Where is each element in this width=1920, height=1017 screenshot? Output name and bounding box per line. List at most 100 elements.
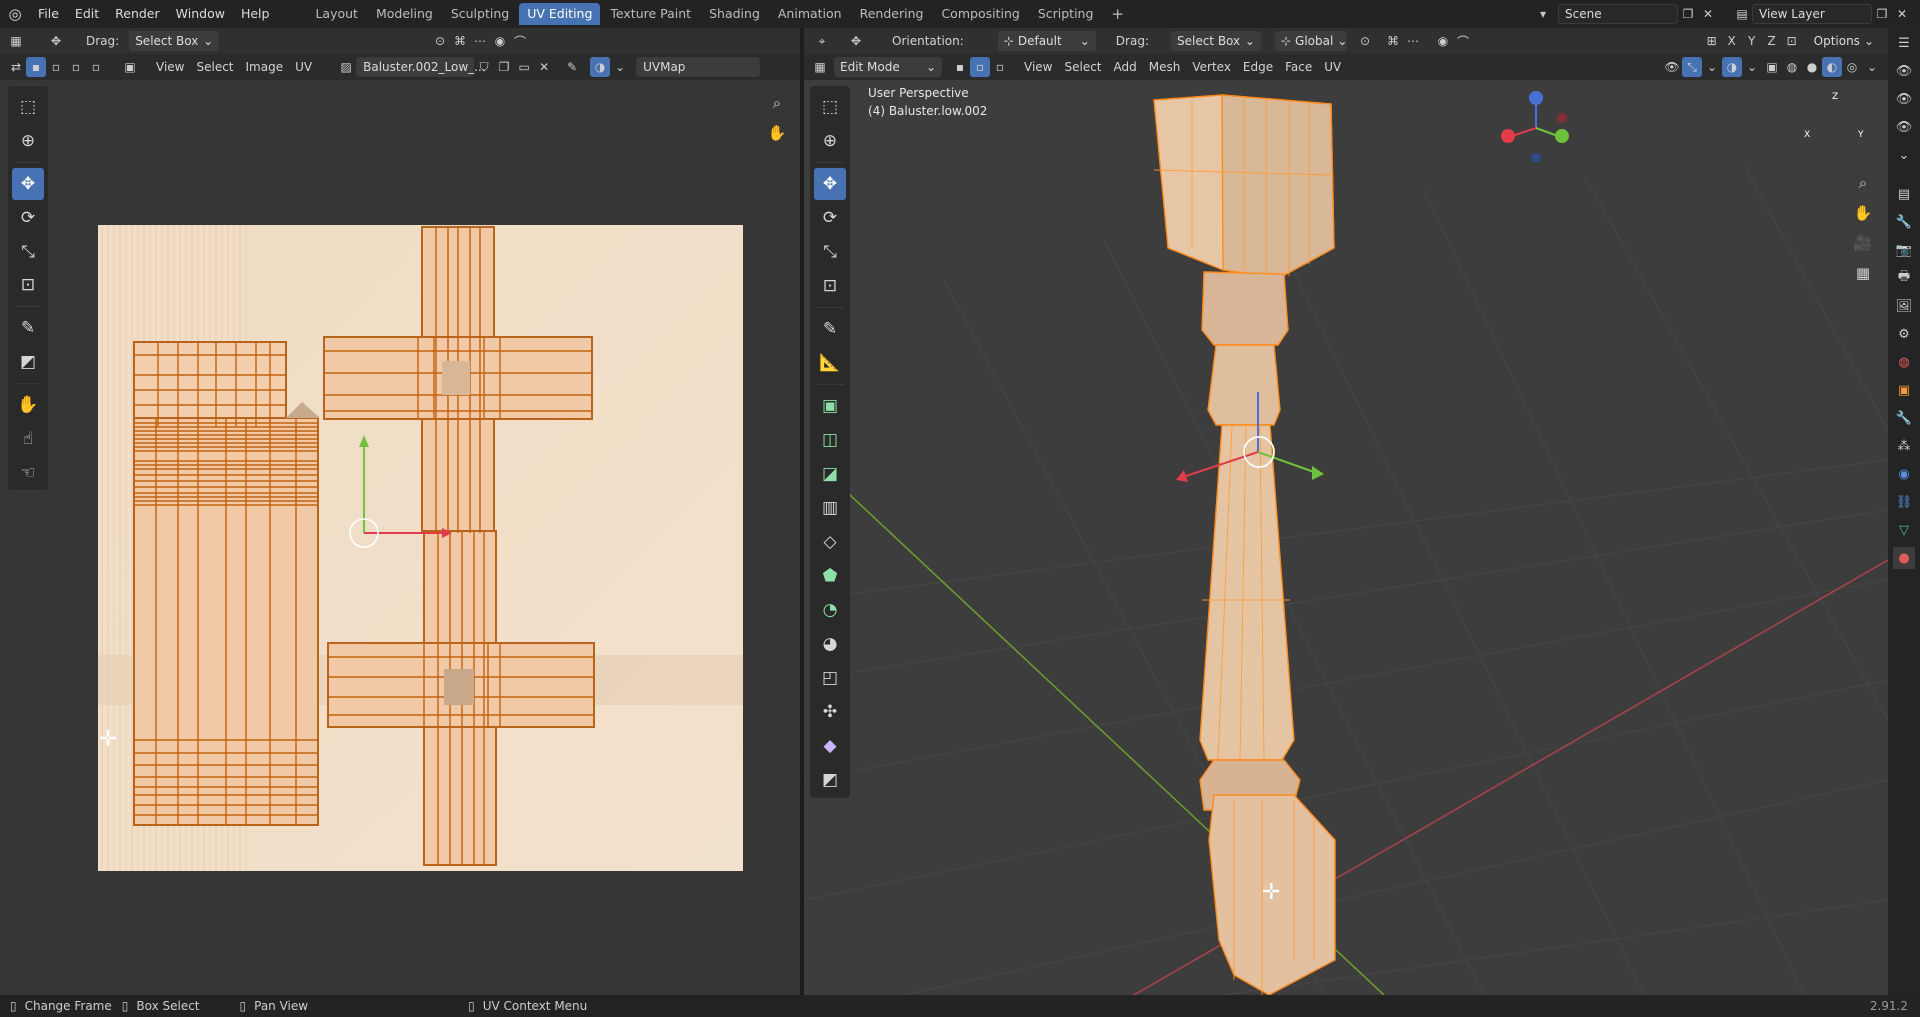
tab-animation[interactable]: Animation bbox=[770, 3, 850, 25]
render-props-icon[interactable]: 📷 bbox=[1893, 239, 1915, 261]
data-props-icon[interactable]: ▽ bbox=[1893, 519, 1915, 541]
uvmap-field[interactable]: UVMap bbox=[636, 57, 761, 77]
vp-menu-add[interactable]: Add bbox=[1108, 57, 1143, 77]
options-dropdown[interactable]: Options ⌄ bbox=[1808, 31, 1880, 51]
properties-editor-icon[interactable]: ▤ bbox=[1893, 183, 1915, 205]
snap-target-icon[interactable]: ⋯ bbox=[470, 31, 490, 51]
menu-file[interactable]: File bbox=[30, 3, 67, 25]
tab-sculpting[interactable]: Sculpting bbox=[443, 3, 517, 25]
tool-props-icon[interactable]: 🔧 bbox=[1893, 211, 1915, 233]
sync-selection-icon[interactable]: ⇄ bbox=[6, 57, 26, 77]
physics-props-icon[interactable]: ◉ bbox=[1893, 463, 1915, 485]
unlink-image-icon[interactable]: ✕ bbox=[534, 57, 554, 77]
sticky-select-icon[interactable]: ▣ bbox=[120, 57, 140, 77]
shear-icon[interactable]: ◆ bbox=[814, 730, 846, 762]
vp-menu-face[interactable]: Face bbox=[1279, 57, 1318, 77]
vp-menu-view[interactable]: View bbox=[1018, 57, 1058, 77]
transform-tool-icon[interactable]: ⊡ bbox=[12, 270, 44, 302]
wireframe-shading-icon[interactable]: ◍ bbox=[1782, 57, 1802, 77]
rip-region-icon[interactable]: ◩ bbox=[814, 764, 846, 796]
vp-measure-icon[interactable]: 📐 bbox=[814, 347, 846, 379]
face-mode-icon[interactable]: ▫ bbox=[990, 57, 1010, 77]
close-scene-icon[interactable]: ✕ bbox=[1698, 4, 1718, 24]
viewport-proportional-icon[interactable]: ◉ bbox=[1433, 31, 1453, 51]
knife-icon[interactable]: ◇ bbox=[814, 526, 846, 558]
image-name-field[interactable]: Baluster.002_Low_... bbox=[356, 57, 486, 77]
move-tool-icon[interactable]: ✥ bbox=[46, 31, 66, 51]
gizmo-toggle-icon[interactable]: ⤡ bbox=[1682, 57, 1702, 77]
poly-build-icon[interactable]: ⬟ bbox=[814, 560, 846, 592]
vp-menu-vertex[interactable]: Vertex bbox=[1186, 57, 1237, 77]
bevel-icon[interactable]: ◪ bbox=[814, 458, 846, 490]
collection-visibility-icon[interactable]: 👁 bbox=[1893, 60, 1915, 82]
grab-tool-icon[interactable]: ✋ bbox=[12, 389, 44, 421]
visibility-icon[interactable]: 👁 bbox=[1662, 57, 1682, 77]
rip-tool-icon[interactable]: ◩ bbox=[12, 346, 44, 378]
vp-menu-select[interactable]: Select bbox=[1058, 57, 1107, 77]
menu-select[interactable]: Select bbox=[190, 57, 239, 77]
uv-2d-cursor-icon[interactable]: ✛ bbox=[94, 726, 122, 754]
drag-select-dropdown[interactable]: Select Box ⌄ bbox=[129, 31, 220, 51]
menu-help[interactable]: Help bbox=[233, 3, 278, 25]
image-browse-icon[interactable]: ▨ bbox=[336, 57, 356, 77]
vp-zoom-icon[interactable]: ⌕ bbox=[1850, 170, 1876, 196]
scale-tool-icon[interactable]: ⤡ bbox=[12, 236, 44, 268]
vp-select-box-icon[interactable]: ⬚ bbox=[814, 91, 846, 123]
viewport-snap-target-icon[interactable]: ⋯ bbox=[1403, 31, 1423, 51]
orientation-dropdown[interactable]: ⊹ Default ⌄ bbox=[997, 31, 1096, 51]
tab-modeling[interactable]: Modeling bbox=[368, 3, 441, 25]
menu-window[interactable]: Window bbox=[168, 3, 233, 25]
auto-merge-icon[interactable]: ⊡ bbox=[1782, 31, 1802, 51]
constraints-props-icon[interactable]: ⛓ bbox=[1893, 491, 1915, 513]
uv-canvas[interactable] bbox=[98, 225, 743, 871]
edge-select-icon[interactable]: ▫ bbox=[46, 57, 66, 77]
mirror-z-button[interactable]: Z bbox=[1762, 31, 1782, 51]
camera-visibility-icon[interactable]: 👁 bbox=[1893, 116, 1915, 138]
nav-z-ball[interactable] bbox=[1529, 91, 1543, 105]
cursor-3d-icon[interactable]: ✛ bbox=[1262, 880, 1280, 905]
menu-view[interactable]: View bbox=[150, 57, 190, 77]
mirror-y-button[interactable]: Y bbox=[1742, 31, 1762, 51]
object-props-icon[interactable]: ▣ bbox=[1893, 379, 1915, 401]
nav-neg-x-ball[interactable] bbox=[1557, 113, 1567, 123]
annotate-tool-icon[interactable]: ✎ bbox=[12, 312, 44, 344]
close-view-layer-icon[interactable]: ✕ bbox=[1892, 4, 1912, 24]
xray-icon[interactable]: ▣ bbox=[1762, 57, 1782, 77]
viewport-overlay-icon[interactable]: ◑ bbox=[1722, 57, 1742, 77]
viewport-overlay-dropdown-icon[interactable]: ⌄ bbox=[1742, 57, 1762, 77]
material-shading-icon[interactable]: ◐ bbox=[1822, 57, 1842, 77]
rendered-shading-icon[interactable]: ◎ bbox=[1842, 57, 1862, 77]
tab-compositing[interactable]: Compositing bbox=[933, 3, 1027, 25]
vp-scale-icon[interactable]: ⤡ bbox=[814, 236, 846, 268]
mode-dropdown[interactable]: Edit Mode ⌄ bbox=[834, 57, 942, 77]
zoom-icon[interactable]: ⌕ bbox=[764, 90, 790, 116]
output-props-icon[interactable]: 🖶 bbox=[1893, 267, 1915, 289]
nav-neg-z-ball[interactable] bbox=[1531, 153, 1541, 163]
material-props-icon[interactable]: ● bbox=[1893, 547, 1915, 569]
transform-space-dropdown[interactable]: ⊹ Global ⌄ bbox=[1274, 31, 1347, 51]
pivot-point-icon[interactable]: ⊙ bbox=[1355, 31, 1375, 51]
pinch-tool-icon[interactable]: ☜ bbox=[12, 457, 44, 489]
cursor-tool-icon[interactable]: ⊕ bbox=[12, 125, 44, 157]
blender-logo-icon[interactable]: ◎ bbox=[0, 5, 30, 23]
pin-icon[interactable]: ✎ bbox=[562, 57, 582, 77]
vp-menu-uv[interactable]: UV bbox=[1318, 57, 1347, 77]
vp-move-icon[interactable]: ✥ bbox=[814, 168, 846, 200]
gizmo-dropdown-icon[interactable]: ⌄ bbox=[1702, 57, 1722, 77]
spin-icon[interactable]: ◔ bbox=[814, 594, 846, 626]
tab-shading[interactable]: Shading bbox=[701, 3, 768, 25]
pivot-icon[interactable]: ⊙ bbox=[430, 31, 450, 51]
editor-type-icon[interactable]: ▦ bbox=[6, 31, 26, 51]
vp-rotate-icon[interactable]: ⟳ bbox=[814, 202, 846, 234]
shading-dropdown-icon[interactable]: ⌄ bbox=[1862, 57, 1882, 77]
move-tool-button-icon[interactable]: ✥ bbox=[12, 167, 44, 200]
falloff-icon[interactable]: ⌒ bbox=[510, 31, 530, 51]
view-layer-icon[interactable]: ▤ bbox=[1732, 4, 1752, 24]
expand-icon[interactable]: ⌄ bbox=[1893, 144, 1915, 166]
modifier-props-icon[interactable]: 🔧 bbox=[1893, 407, 1915, 429]
tab-uv-editing[interactable]: UV Editing bbox=[519, 3, 601, 25]
relax-tool-icon[interactable]: ☝ bbox=[12, 423, 44, 455]
smooth-icon[interactable]: ◕ bbox=[814, 628, 846, 660]
face-select-icon[interactable]: ▫ bbox=[66, 57, 86, 77]
vp-menu-mesh[interactable]: Mesh bbox=[1143, 57, 1187, 77]
